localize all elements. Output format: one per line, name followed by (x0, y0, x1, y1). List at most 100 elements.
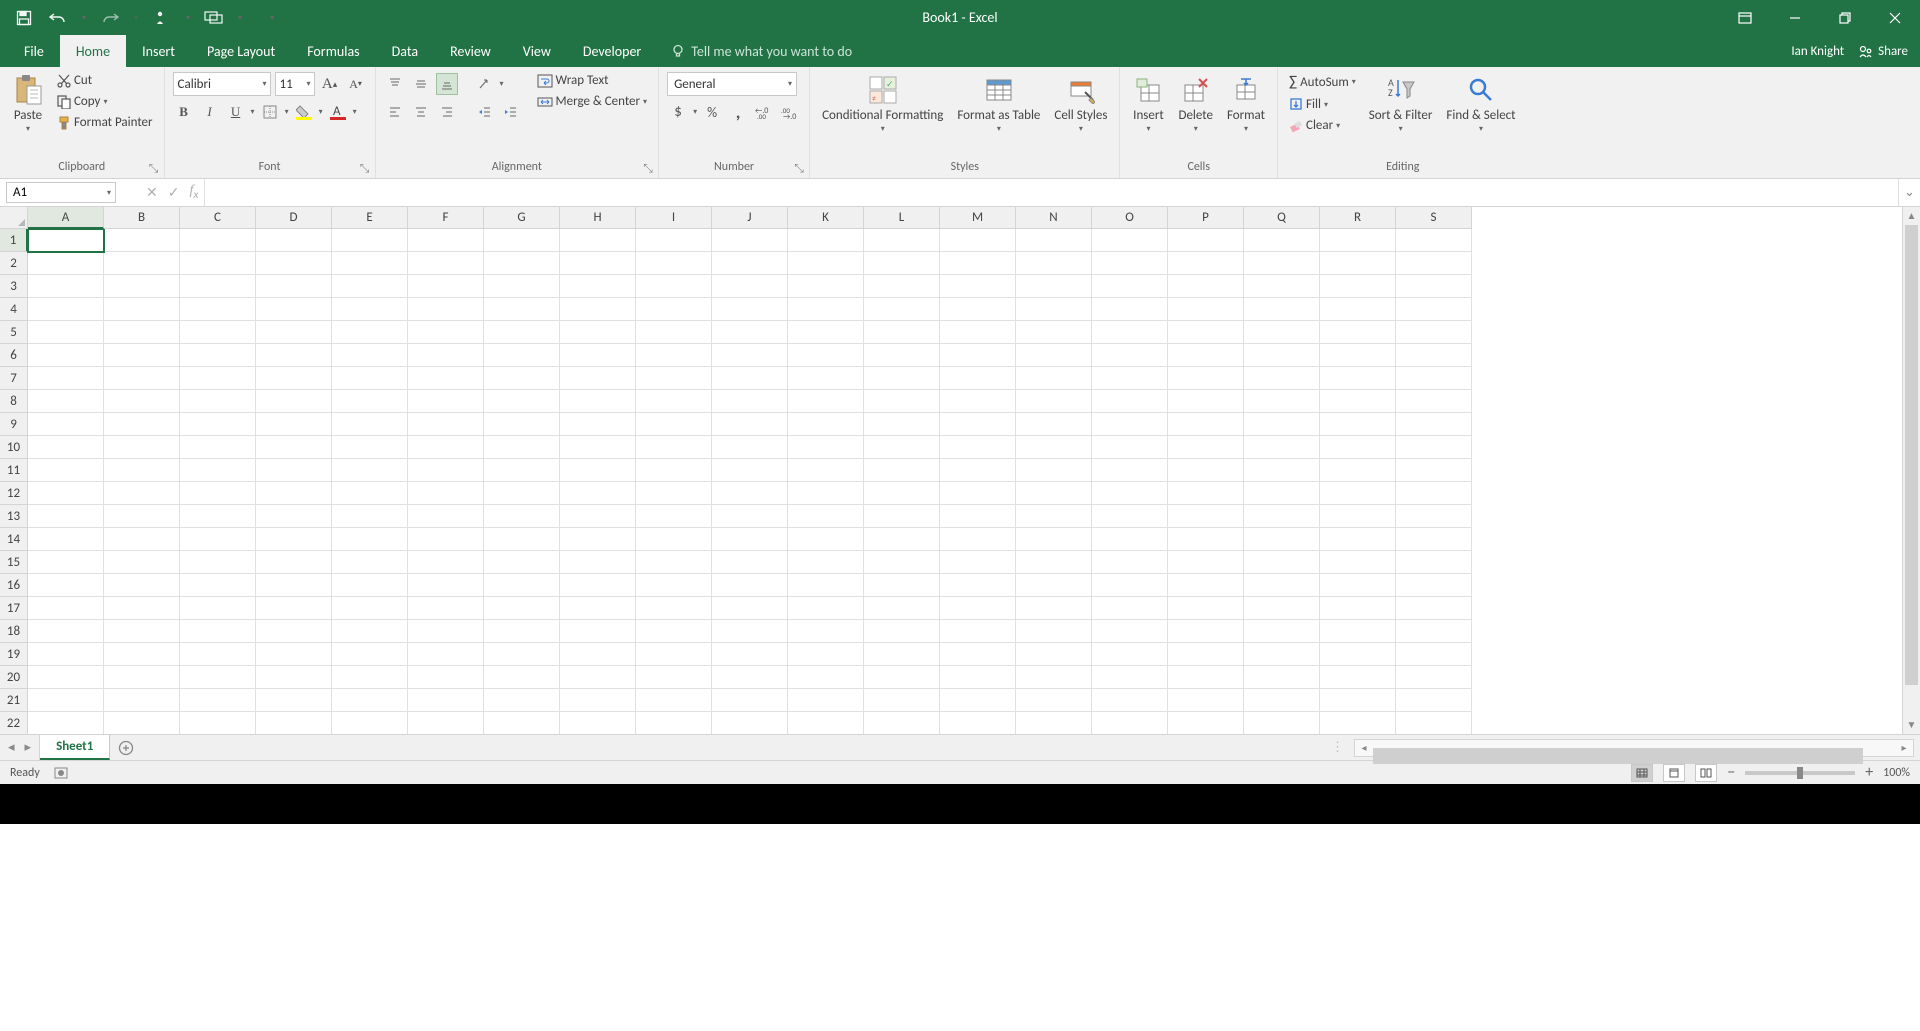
font-name-combo[interactable]: Calibri▾ (173, 72, 271, 96)
cell[interactable] (408, 229, 484, 252)
macro-record-icon[interactable] (54, 766, 68, 780)
orientation-icon[interactable] (474, 73, 496, 95)
cell[interactable] (28, 528, 104, 551)
cell[interactable] (1168, 666, 1244, 689)
cell[interactable] (712, 252, 788, 275)
cell[interactable] (1396, 367, 1472, 390)
cell[interactable] (1320, 321, 1396, 344)
cell[interactable] (864, 551, 940, 574)
column-header[interactable]: P (1168, 207, 1244, 229)
cell[interactable] (484, 321, 560, 344)
cell[interactable] (1168, 298, 1244, 321)
cell[interactable] (180, 298, 256, 321)
cell[interactable] (1168, 229, 1244, 252)
dropdown-caret-icon[interactable]: ▾ (186, 13, 190, 23)
cell[interactable] (332, 344, 408, 367)
horizontal-scroll-thumb[interactable] (1373, 748, 1863, 764)
cell[interactable] (1016, 689, 1092, 712)
cell[interactable] (1016, 436, 1092, 459)
cell[interactable] (332, 298, 408, 321)
cell[interactable] (180, 459, 256, 482)
cell[interactable] (1244, 551, 1320, 574)
cell[interactable] (28, 643, 104, 666)
cell[interactable] (408, 643, 484, 666)
cell[interactable] (408, 298, 484, 321)
number-format-combo[interactable]: General▾ (667, 72, 797, 96)
cell[interactable] (1092, 344, 1168, 367)
cell[interactable] (1244, 482, 1320, 505)
cell[interactable] (1092, 597, 1168, 620)
cell[interactable] (1396, 390, 1472, 413)
cell[interactable] (256, 482, 332, 505)
cell[interactable] (484, 275, 560, 298)
cell[interactable] (180, 229, 256, 252)
cell[interactable] (560, 666, 636, 689)
cell[interactable] (1396, 344, 1472, 367)
cell[interactable] (408, 321, 484, 344)
cell[interactable] (408, 528, 484, 551)
cell[interactable] (940, 574, 1016, 597)
cell[interactable] (636, 482, 712, 505)
cell[interactable] (1016, 390, 1092, 413)
cell[interactable] (1168, 390, 1244, 413)
dropdown-caret-icon[interactable]: ▾ (134, 13, 138, 23)
cell[interactable] (28, 620, 104, 643)
vertical-scroll-thumb[interactable] (1905, 225, 1918, 685)
cell[interactable] (1396, 505, 1472, 528)
cell[interactable] (408, 275, 484, 298)
cell[interactable] (180, 367, 256, 390)
cell[interactable] (1016, 413, 1092, 436)
column-header[interactable]: I (636, 207, 712, 229)
cell[interactable] (484, 574, 560, 597)
cell[interactable] (940, 505, 1016, 528)
cell[interactable] (1320, 666, 1396, 689)
cell[interactable] (1244, 597, 1320, 620)
row-header[interactable]: 7 (0, 367, 28, 390)
cell[interactable] (256, 229, 332, 252)
cell[interactable] (864, 505, 940, 528)
cell[interactable] (484, 298, 560, 321)
cell[interactable] (332, 275, 408, 298)
row-header[interactable]: 3 (0, 275, 28, 298)
cell[interactable] (712, 321, 788, 344)
dialog-launcher-icon[interactable]: ⤡ (642, 162, 654, 174)
cell[interactable] (28, 275, 104, 298)
cell[interactable] (408, 459, 484, 482)
cell[interactable] (940, 275, 1016, 298)
enter-formula-icon[interactable]: ✓ (168, 184, 180, 201)
cell[interactable] (1092, 252, 1168, 275)
cell[interactable] (1244, 298, 1320, 321)
cell[interactable] (104, 712, 180, 734)
undo-icon[interactable] (48, 8, 68, 28)
cell[interactable] (1320, 505, 1396, 528)
touch-mode-icon[interactable] (152, 8, 172, 28)
cell[interactable] (408, 413, 484, 436)
cell[interactable] (1244, 574, 1320, 597)
cell[interactable] (864, 436, 940, 459)
autosum-button[interactable]: ∑AutoSum▾ (1286, 71, 1359, 93)
cell[interactable] (332, 528, 408, 551)
row-header[interactable]: 13 (0, 505, 28, 528)
cell[interactable] (864, 574, 940, 597)
cell[interactable] (1244, 712, 1320, 734)
cell[interactable] (1320, 436, 1396, 459)
cell[interactable] (1016, 252, 1092, 275)
column-header[interactable]: G (484, 207, 560, 229)
increase-indent-icon[interactable] (500, 101, 522, 123)
cell[interactable] (712, 643, 788, 666)
cell[interactable] (1168, 413, 1244, 436)
customize-qat-icon[interactable]: ▾ (270, 13, 274, 23)
format-painter-button[interactable]: Format Painter (54, 113, 156, 132)
cell[interactable] (332, 666, 408, 689)
cell[interactable] (256, 367, 332, 390)
cell[interactable] (940, 413, 1016, 436)
dialog-launcher-icon[interactable]: ⤡ (793, 162, 805, 174)
cell[interactable] (560, 390, 636, 413)
tab-formulas[interactable]: Formulas (291, 35, 375, 67)
cell[interactable] (1396, 551, 1472, 574)
zoom-in-button[interactable]: + (1865, 763, 1873, 782)
cell[interactable] (28, 666, 104, 689)
cell[interactable] (104, 275, 180, 298)
cell[interactable] (256, 298, 332, 321)
cell[interactable] (180, 275, 256, 298)
